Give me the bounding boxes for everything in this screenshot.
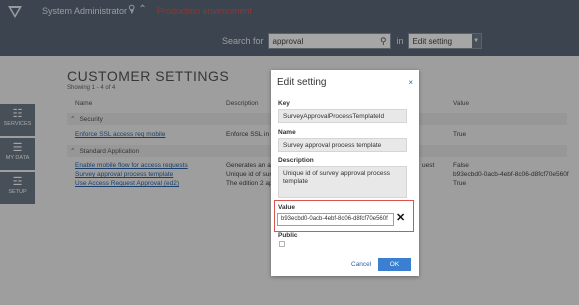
description-label: Description [278, 157, 314, 164]
value-input[interactable]: b93ecbd0-0acb-4ebf-8c06-d8fcf70e560f [277, 213, 394, 226]
name-label: Name [278, 129, 296, 136]
name-field: Survey approval process template [278, 138, 407, 152]
cancel-button[interactable]: Cancel [351, 261, 371, 268]
value-label: Value [278, 204, 295, 211]
key-field: SurveyApprovalProcessTemplateId [278, 109, 407, 123]
ok-button[interactable]: OK [378, 258, 411, 271]
public-checkbox[interactable] [279, 241, 285, 247]
close-icon[interactable]: × [408, 78, 413, 87]
dialog-title: Edit setting [277, 77, 327, 88]
clear-icon[interactable]: ✕ [396, 211, 405, 224]
public-label: Public [278, 232, 298, 239]
edit-setting-dialog: Edit setting × Key SurveyApprovalProcess… [271, 70, 419, 276]
key-label: Key [278, 100, 290, 107]
description-field: Unique id of survey approval process tem… [278, 166, 407, 198]
